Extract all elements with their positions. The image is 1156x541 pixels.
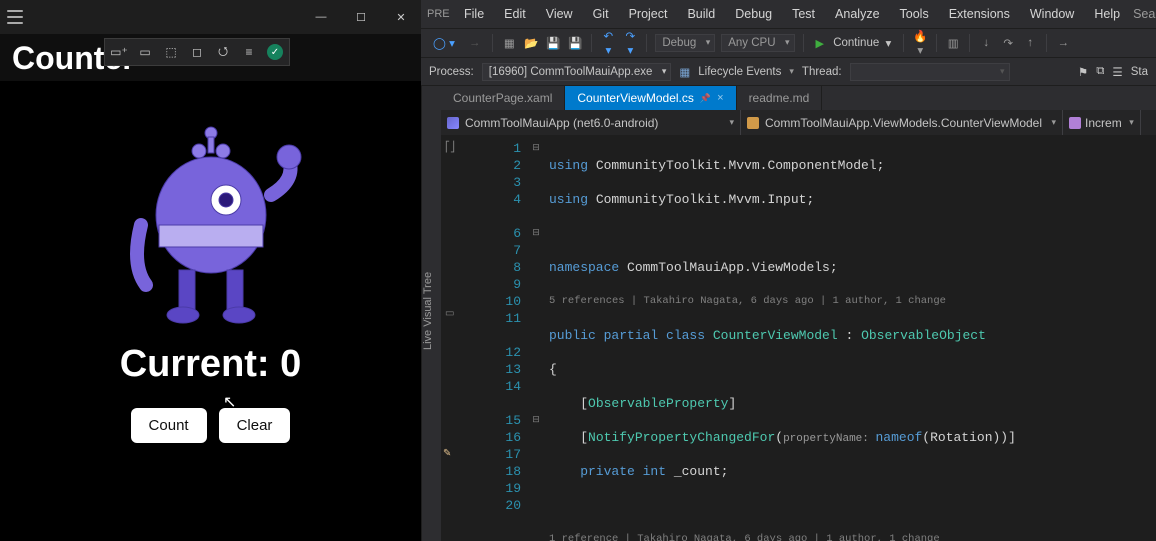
menu-test[interactable]: Test [783, 7, 824, 21]
app-titlebar[interactable]: — ☐ ✕ [0, 0, 421, 34]
process-label: Process: [429, 66, 474, 78]
flag-icon[interactable]: ⚑ [1078, 65, 1088, 79]
thread-label: Thread: [802, 66, 842, 78]
line-numbers: 1 2 3 4 6 7 8 9 10 11 12 13 [491, 136, 529, 541]
step-out-icon[interactable]: ↑ [1022, 37, 1038, 49]
xaml-debug-toolbar[interactable]: ▭⁺ ▭ ⬚ ◻ ⭯ ≡ ✓ [104, 38, 290, 66]
nav-member-select[interactable]: Increm [1063, 110, 1141, 135]
debug-location-toolbar[interactable]: Process: [16960] CommToolMauiApp.exe ▦ L… [421, 58, 1156, 86]
menu-window[interactable]: Window [1021, 7, 1083, 21]
counter-app-window: — ☐ ✕ Counter ▭⁺ ▭ ⬚ ◻ ⭯ ≡ ✓ [0, 0, 421, 541]
close-button[interactable]: ✕ [381, 0, 421, 34]
status-ok-icon: ✓ [267, 44, 283, 60]
menu-extensions[interactable]: Extensions [940, 7, 1019, 21]
tab-counterviewmodel[interactable]: CounterViewModel.cs📌× [565, 86, 736, 110]
open-file-icon[interactable]: 📂 [523, 36, 539, 50]
codelens[interactable]: 5 references | Takahiro Nagata, 6 days a… [549, 293, 1156, 310]
menu-analyze[interactable]: Analyze [826, 7, 888, 21]
track-focus-icon[interactable]: ◻ [189, 44, 205, 60]
nav-fwd-button[interactable]: → [465, 35, 485, 51]
maximize-button[interactable]: ☐ [341, 0, 381, 34]
nav-back-button[interactable]: ◯ ▾ [429, 34, 459, 52]
windows-layout-icon[interactable]: ▥ [945, 36, 961, 50]
collapse-indicator-icon[interactable]: ⎡⎦ [445, 140, 455, 157]
threads-icon[interactable]: ⧉ [1096, 65, 1104, 78]
tab-readme[interactable]: readme.md [737, 86, 823, 110]
menu-project[interactable]: Project [620, 7, 677, 21]
go-to-xaml-icon[interactable]: ▭ [137, 44, 153, 60]
nav-project-select[interactable]: CommToolMauiApp (net6.0-android) [441, 110, 741, 135]
step-into-icon[interactable]: ↓ [978, 37, 994, 49]
nav-class-select[interactable]: CommToolMauiApp.ViewModels.CounterViewMo… [741, 110, 1063, 135]
stackframe-label: Sta [1131, 66, 1148, 78]
code-text[interactable]: using CommunityToolkit.Mvvm.ComponentMod… [543, 136, 1156, 541]
menu-tools[interactable]: Tools [891, 7, 938, 21]
select-element-icon[interactable]: ▭⁺ [111, 44, 127, 60]
thread-select[interactable] [850, 63, 1010, 81]
clear-button[interactable]: Clear [219, 408, 291, 443]
close-tab-icon[interactable]: × [717, 92, 723, 104]
edit-indicator-icon: ✎ [443, 446, 451, 463]
current-count-label: Current: 0 [120, 343, 302, 386]
layout-adorners-icon[interactable]: ⬚ [163, 44, 179, 60]
menu-debug[interactable]: Debug [726, 7, 781, 21]
process-select[interactable]: [16960] CommToolMauiApp.exe [482, 63, 672, 81]
visual-studio: PRE File Edit View Git Project Build Deb… [421, 0, 1156, 541]
editor-tab-bar[interactable]: CounterPage.xaml CounterViewModel.cs📌× r… [441, 86, 1156, 110]
menu-bar[interactable]: PRE File Edit View Git Project Build Deb… [421, 0, 1156, 28]
menu-build[interactable]: Build [678, 7, 724, 21]
vs-logo-icon[interactable]: PRE [427, 8, 449, 20]
undo-icon[interactable]: ↶ ▾ [600, 29, 616, 57]
codelens[interactable]: 1 reference | Takahiro Nagata, 6 days ag… [549, 531, 1156, 541]
continue-button[interactable]: ▶ Continue ▾ [812, 34, 896, 52]
save-icon[interactable]: 💾 [545, 36, 561, 50]
lifecycle-label[interactable]: Lifecycle Events [698, 66, 781, 78]
standard-toolbar[interactable]: ◯ ▾ → ▦ 📂 💾 💾 ↶ ▾ ↷ ▾ Debug Any CPU ▶ Co… [421, 28, 1156, 58]
menu-help[interactable]: Help [1085, 7, 1129, 21]
menu-edit[interactable]: Edit [495, 7, 535, 21]
live-visual-tree-tab[interactable]: Live Visual Tree [421, 86, 441, 541]
ruler-icon[interactable]: ≡ [241, 44, 257, 60]
step-over-icon[interactable]: ↷ [1000, 36, 1016, 50]
margin-gutter[interactable]: ⎡⎦ ▭ ✎ [441, 136, 491, 541]
navigation-bar[interactable]: CommToolMauiApp (net6.0-android) CommToo… [441, 110, 1156, 136]
redo-icon[interactable]: ↷ ▾ [622, 29, 638, 57]
menu-view[interactable]: View [537, 7, 582, 21]
menu-git[interactable]: Git [584, 7, 618, 21]
show-next-stmt-icon[interactable]: → [1055, 37, 1071, 49]
config-platform-select[interactable]: Any CPU [721, 34, 794, 52]
hot-reload-icon[interactable]: 🔥▾ [912, 29, 928, 57]
hot-reload-icon[interactable]: ⭯ [215, 44, 231, 60]
code-fold-gutter[interactable]: ⊟ ⊟ ⊟ [529, 136, 543, 541]
pin-icon[interactable]: 📌 [700, 93, 711, 104]
processes-icon[interactable]: ☰ [1112, 65, 1122, 79]
search-input[interactable]: Search [1133, 7, 1156, 21]
dotnet-bot-image [111, 105, 311, 325]
reference-glyph-icon[interactable]: ▭ [445, 306, 454, 323]
save-all-icon[interactable]: 💾 [567, 36, 583, 50]
config-debug-select[interactable]: Debug [655, 34, 715, 52]
code-editor[interactable]: ⎡⎦ ▭ ✎ 1 2 3 4 6 7 8 9 10 [441, 136, 1156, 541]
count-button[interactable]: Count [131, 408, 207, 443]
new-item-icon[interactable]: ▦ [501, 36, 517, 50]
menu-file[interactable]: File [455, 7, 493, 21]
hamburger-icon[interactable] [0, 1, 30, 33]
minimize-button[interactable]: — [301, 0, 341, 34]
tab-counterpage[interactable]: CounterPage.xaml [441, 86, 565, 110]
